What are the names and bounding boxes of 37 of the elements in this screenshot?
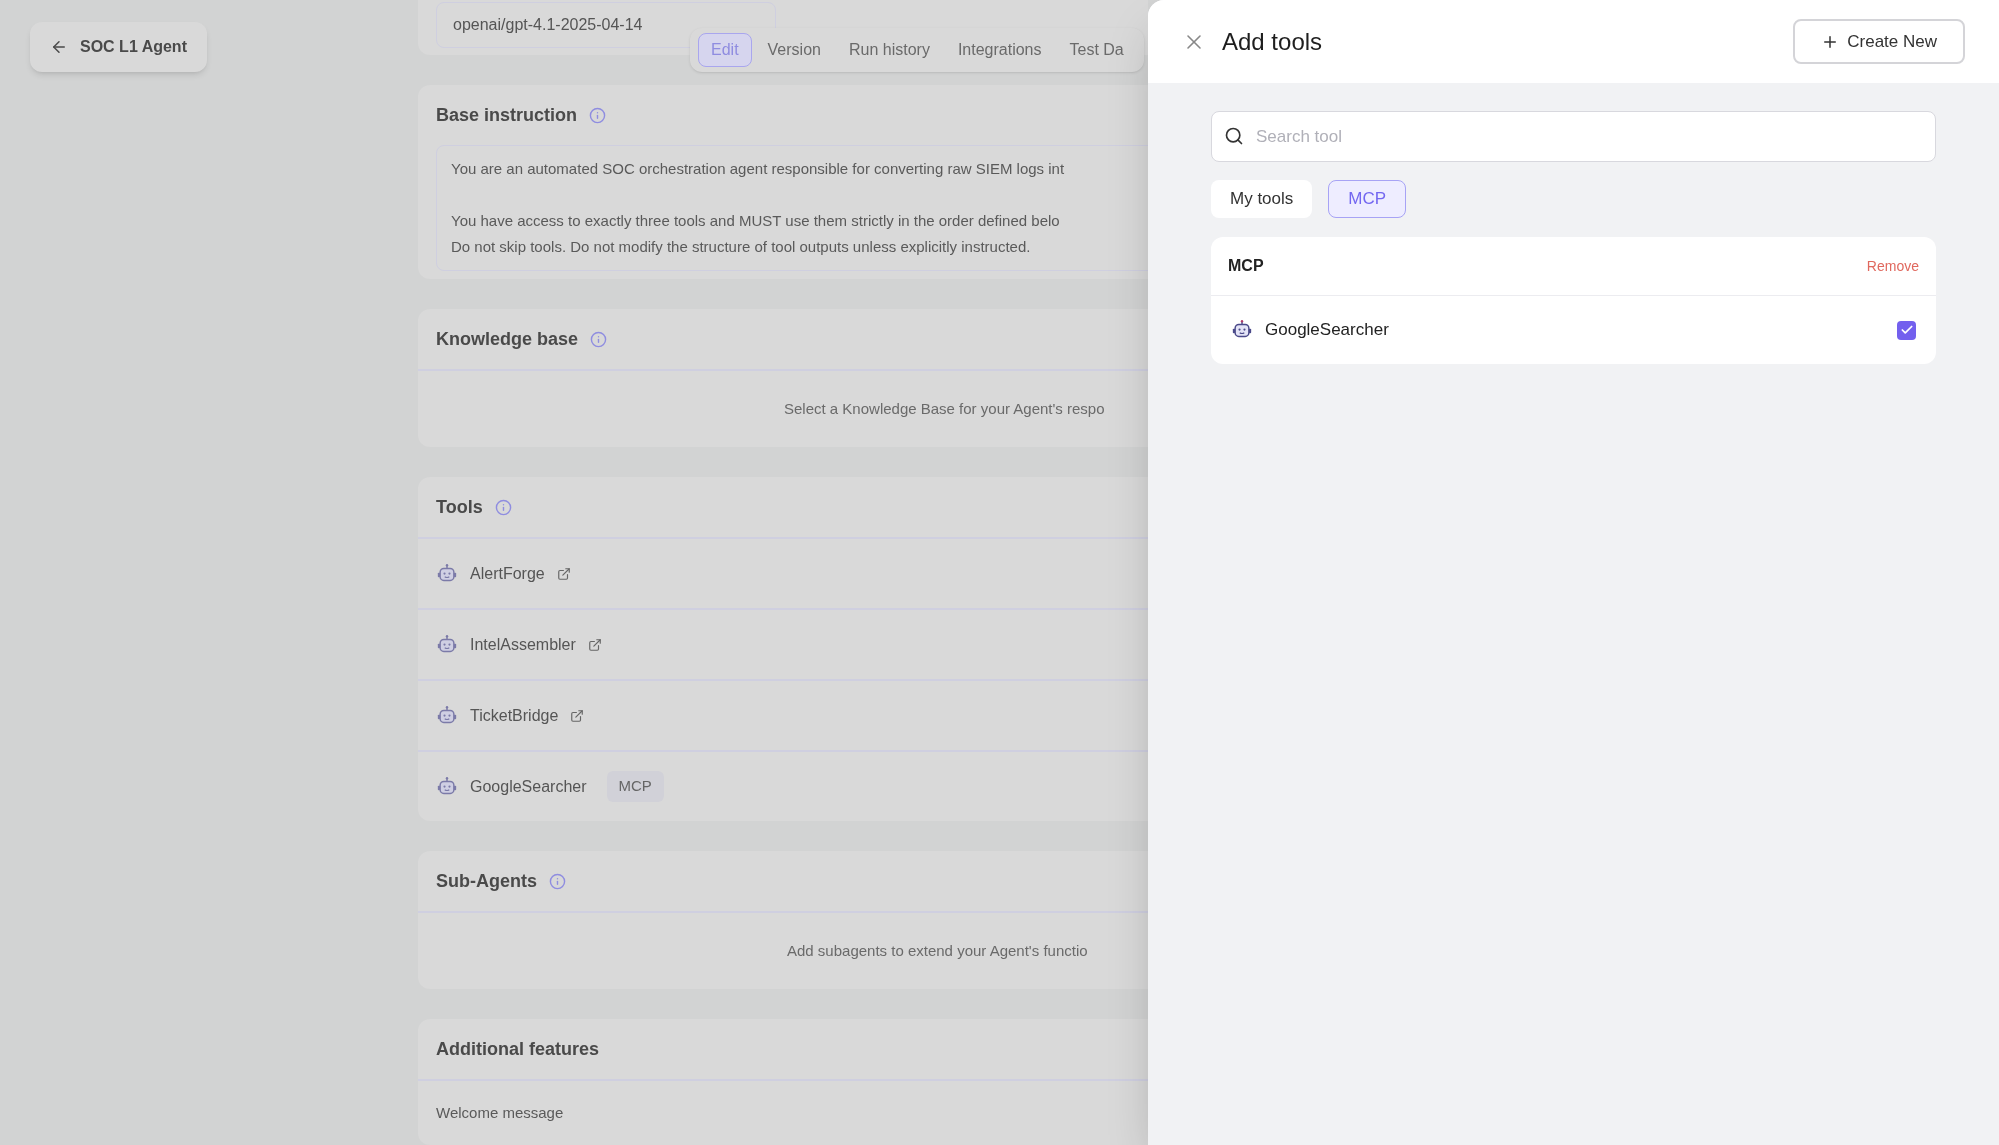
tool-name: TicketBridge: [470, 705, 559, 726]
section-title: Additional features: [436, 1037, 600, 1061]
remove-link[interactable]: Remove: [1866, 255, 1919, 277]
external-link-icon[interactable]: [570, 708, 585, 723]
section-title: Base instruction: [436, 103, 578, 127]
external-link-icon[interactable]: [556, 566, 571, 581]
info-icon[interactable]: [589, 106, 607, 124]
filter-tab[interactable]: My tools: [1211, 180, 1313, 218]
mcp-tag: MCP: [606, 771, 664, 802]
group-title: MCP: [1228, 256, 1264, 276]
empty-state-text: Select a Knowledge Base for your Agent's respo: [784, 398, 1105, 419]
instruction-textarea[interactable]: You are an automated SOC orchestration agent responsible for converting raw SIEM logs int You have access to exactly three tools and MUST use them strictly in the order defined belo Do not skip tools. Do not modify the structure of tool outputs unless explicitly instructed.: [436, 145, 1148, 271]
tab[interactable]: Integrations: [945, 33, 1054, 67]
info-icon[interactable]: [549, 872, 566, 890]
back-button[interactable]: SOC L1 Agent: [30, 22, 207, 72]
info-icon[interactable]: [494, 498, 512, 516]
tool-name: GoogleSearcher: [1265, 319, 1389, 342]
section-title: Tools: [436, 495, 483, 519]
create-new-button[interactable]: Create New: [1793, 19, 1965, 64]
panel-title: Add tools: [1222, 26, 1323, 57]
tab[interactable]: Test Da: [1057, 33, 1136, 67]
empty-state-text: Add subagents to extend your Agent's functio: [787, 940, 1088, 961]
tab[interactable]: Run history: [836, 33, 942, 67]
filter-tab[interactable]: MCP: [1328, 180, 1407, 218]
search-icon: [1224, 126, 1244, 146]
section-title: Sub-Agents: [436, 869, 537, 893]
check-icon: [1899, 323, 1914, 337]
tool-name: IntelAssembler: [470, 634, 576, 655]
checkbox[interactable]: [1897, 320, 1916, 340]
tab[interactable]: Edit: [698, 33, 752, 67]
external-link-icon[interactable]: [587, 637, 602, 652]
search-field[interactable]: Search tool: [1211, 111, 1936, 162]
info-icon[interactable]: [590, 330, 608, 348]
feature-label: Welcome message: [436, 1102, 564, 1123]
section-title: Knowledge base: [436, 327, 579, 351]
tool-name: AlertForge: [470, 563, 545, 584]
tool-name: GoogleSearcher: [470, 776, 587, 797]
